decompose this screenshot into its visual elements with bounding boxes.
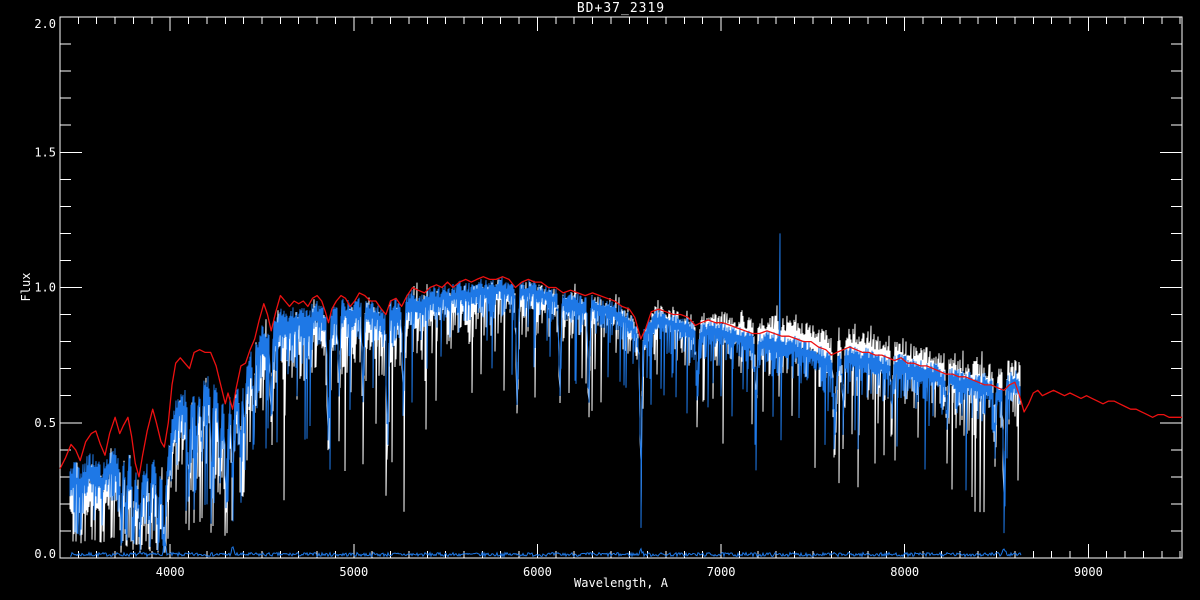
plot-window: 4000 5000 6000 7000 8000 9000 0.0 0.5 1.0 1.5 2.0 … — [0, 0, 1200, 600]
y-tick-label: 1.5 — [34, 145, 56, 159]
series-error-spectrum — [69, 539, 1022, 559]
plot-title: BD+37_2319 — [576, 1, 666, 16]
y-tick-label: 1.0 — [34, 281, 56, 295]
y-tick-label: 2.0 — [34, 17, 56, 31]
spectrum-canvas: 4000 5000 6000 7000 8000 90000.00.51.01.52.0 — [34, 16, 1183, 579]
y-tick-label: 0.0 — [34, 547, 56, 561]
y-axis-label: Flux — [19, 272, 33, 302]
y-tick-label: 0.5 — [34, 416, 56, 430]
x-axis-label: Wavelength, A — [574, 576, 668, 590]
